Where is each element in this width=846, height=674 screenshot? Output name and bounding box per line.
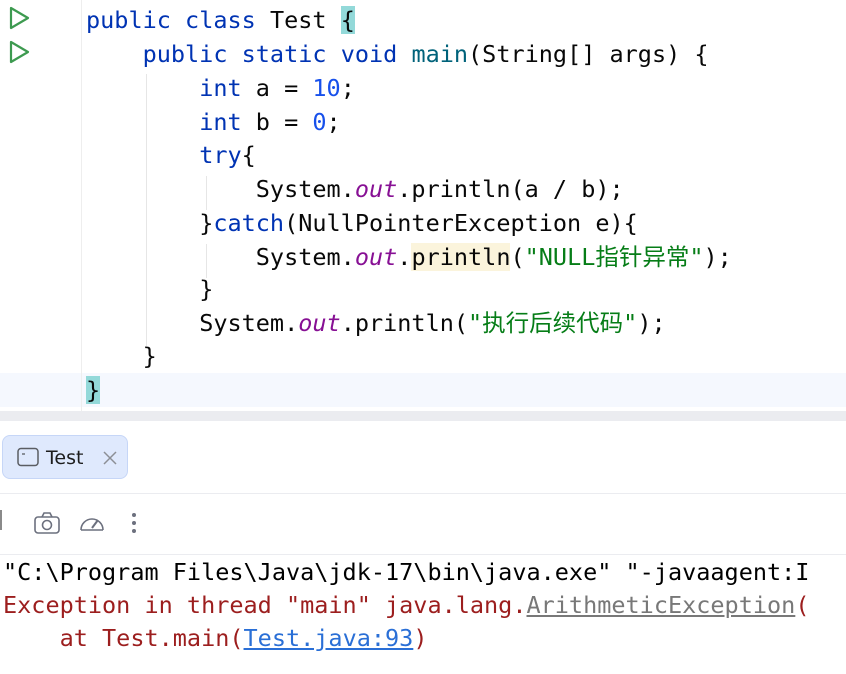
camera-icon[interactable]	[32, 508, 62, 538]
code-line-8: System.out.println("NULL指针异常");	[255, 243, 732, 271]
source-location-link[interactable]: Test.java:93	[244, 624, 414, 652]
current-line-highlight	[0, 373, 846, 407]
code-editor[interactable]: public class Test { public static void m…	[0, 0, 846, 413]
tool-window-splitter[interactable]	[0, 411, 846, 421]
code-line-1: public class Test {	[86, 6, 355, 34]
code-line-5: try{	[199, 141, 256, 169]
more-options-icon[interactable]	[120, 508, 150, 538]
code-line-4: int b = 0;	[199, 108, 341, 136]
console-stacktrace-line: at Test.main(Test.java:93)	[3, 624, 428, 652]
console-window-icon	[17, 447, 39, 472]
matched-brace: {	[340, 6, 355, 34]
console-output[interactable]: "C:\Program Files\Java\jdk-17\bin\java.e…	[0, 555, 846, 674]
run-main-icon[interactable]	[6, 39, 32, 65]
code-line-10: System.out.println("执行后续代码");	[199, 309, 666, 337]
run-tab-test[interactable]: Test	[2, 435, 128, 479]
matched-brace: }	[86, 376, 101, 404]
run-class-icon[interactable]	[6, 5, 32, 31]
code-line-12: }	[86, 373, 101, 407]
code-line-2: public static void main(String[] args) {	[142, 40, 709, 68]
code-line-3: int a = 10;	[199, 74, 355, 102]
run-toolbar	[0, 494, 846, 555]
highlighted-method-usage: println	[411, 243, 511, 271]
console-exception-line: Exception in thread "main" java.lang.Ari…	[3, 591, 810, 619]
run-tab-bar: Test	[0, 421, 846, 494]
toolbar-edge-marker	[0, 510, 2, 530]
gutter-divider	[81, 0, 82, 413]
profiler-gauge-icon[interactable]	[77, 508, 107, 538]
code-line-9: }	[199, 275, 214, 303]
console-command-line: "C:\Program Files\Java\jdk-17\bin\java.e…	[3, 558, 810, 586]
exception-class-link[interactable]: ArithmeticException	[526, 591, 795, 619]
run-tab-label: Test	[46, 447, 84, 469]
code-line-7: }catch(NullPointerException e){	[199, 209, 638, 237]
code-line-6: System.out.println(a / b);	[255, 175, 624, 203]
close-icon[interactable]	[101, 447, 119, 472]
code-line-11: }	[142, 342, 157, 370]
